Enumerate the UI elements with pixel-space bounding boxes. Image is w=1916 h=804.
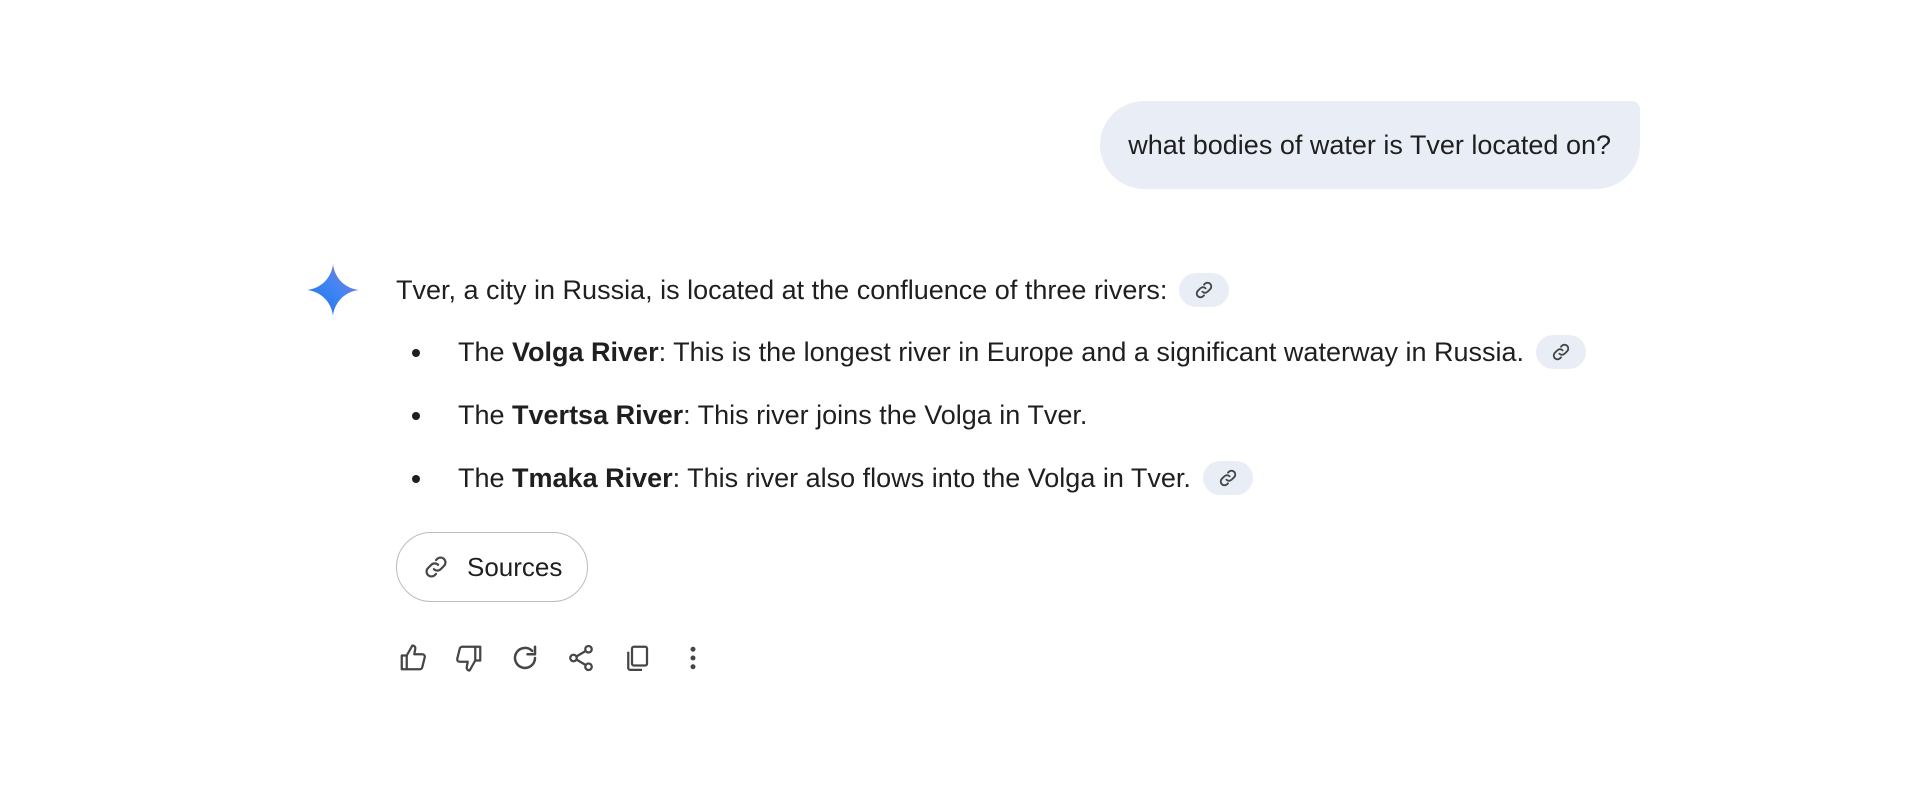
regenerate-icon bbox=[513, 645, 537, 670]
citation-chip[interactable] bbox=[1202, 461, 1253, 495]
share-icon bbox=[569, 644, 593, 672]
response-intro-text: Tver, a city in Russia, is located at th… bbox=[396, 275, 1168, 305]
bullet-bold-term: Tvertsa River bbox=[512, 399, 684, 430]
bullet-bold-term: Tmaka River bbox=[512, 462, 673, 493]
more-options-button[interactable] bbox=[674, 639, 712, 677]
link-icon bbox=[1219, 469, 1237, 487]
river-list: The Volga River : This is the longest ri… bbox=[396, 328, 1646, 502]
list-item: The Volga River : This is the longest ri… bbox=[396, 328, 1646, 376]
sources-button[interactable]: Sources bbox=[396, 532, 588, 602]
response-actions-bar bbox=[394, 639, 730, 677]
thumbs-up-icon bbox=[400, 644, 426, 671]
bullet-dot bbox=[412, 412, 420, 420]
link-icon bbox=[425, 556, 447, 578]
bullet-bold-term: Volga River bbox=[512, 336, 659, 367]
copy-button[interactable] bbox=[618, 639, 656, 677]
bullet-dot bbox=[412, 349, 420, 357]
bullet-prefix: The bbox=[458, 462, 513, 493]
list-item: The Tmaka River : This river also flows … bbox=[396, 454, 1646, 502]
user-message-text: what bodies of water is Tver located on? bbox=[1128, 129, 1611, 160]
bullet-prefix: The bbox=[458, 399, 513, 430]
citation-chip[interactable] bbox=[1536, 335, 1587, 369]
more-vert-icon bbox=[690, 646, 696, 670]
thumbs-down-icon bbox=[456, 645, 482, 672]
thumbs-down-button[interactable] bbox=[450, 639, 488, 677]
bullet-text: : This river joins the Volga in Tver. bbox=[683, 399, 1088, 430]
bullet-dot bbox=[412, 475, 420, 483]
link-icon bbox=[1196, 281, 1213, 299]
gemini-sparkle-icon bbox=[307, 264, 359, 316]
bullet-text: : This river also flows into the Volga i… bbox=[672, 462, 1191, 493]
bullet-text: : This is the longest river in Europe an… bbox=[658, 336, 1525, 367]
assistant-response: Tver, a city in Russia, is located at th… bbox=[396, 266, 1646, 517]
bullet-prefix: The bbox=[458, 336, 513, 367]
regenerate-button[interactable] bbox=[506, 639, 544, 677]
copy-icon bbox=[627, 645, 649, 671]
list-item: The Tvertsa River : This river joins the… bbox=[396, 391, 1646, 439]
share-button[interactable] bbox=[562, 639, 600, 677]
link-icon bbox=[1552, 343, 1570, 361]
user-message-bubble: what bodies of water is Tver located on? bbox=[1100, 101, 1640, 189]
citation-chip[interactable] bbox=[1179, 273, 1230, 307]
response-intro: Tver, a city in Russia, is located at th… bbox=[396, 266, 1646, 314]
thumbs-up-button[interactable] bbox=[394, 639, 432, 677]
sources-label: Sources bbox=[467, 551, 563, 582]
